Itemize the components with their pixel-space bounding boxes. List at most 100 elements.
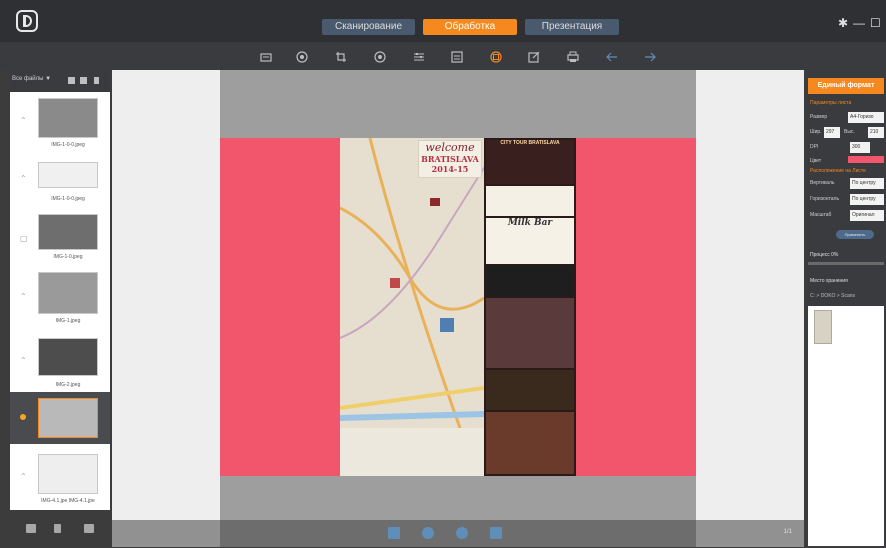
color-label: Цвет bbox=[810, 158, 822, 164]
map-image: welcome BRATISLAVA 2014-15 bbox=[340, 138, 486, 429]
ad-block bbox=[486, 370, 574, 410]
storage-label: Место хранения bbox=[810, 278, 848, 284]
horizontal-select[interactable]: По центру bbox=[850, 194, 884, 205]
save-icon[interactable] bbox=[388, 527, 400, 539]
image-icon[interactable] bbox=[26, 524, 36, 533]
layout-heading: Расположение на Листе bbox=[810, 168, 866, 174]
collapse-chevron-icon[interactable]: ⌃ bbox=[20, 356, 27, 365]
scale-label: Масштаб bbox=[810, 212, 832, 218]
ad-city-tour: CITY TOUR BRATISLAVA bbox=[486, 140, 574, 184]
thumbnail-image bbox=[38, 454, 98, 494]
collapse-chevron-icon[interactable]: ⌃ bbox=[20, 472, 27, 481]
thumbnail-caption: IMG-2.jpeg bbox=[55, 382, 81, 388]
settings-gear-icon[interactable]: ✱ bbox=[838, 17, 848, 29]
canvas-footer: 1/1 bbox=[112, 520, 804, 547]
merge-icon[interactable] bbox=[490, 51, 502, 63]
width-label: Шир. bbox=[810, 129, 822, 135]
print-icon[interactable] bbox=[567, 51, 579, 63]
progress-label: Процесс 0% bbox=[810, 252, 839, 258]
tab-scanning[interactable]: Сканирование bbox=[322, 19, 415, 35]
year-text: 2014-15 bbox=[431, 164, 469, 174]
thumbnail-caption: IMG-1-0.jpeg bbox=[53, 254, 83, 260]
collapse-chevron-icon[interactable]: ⌃ bbox=[20, 174, 27, 183]
width-field[interactable]: 297 bbox=[824, 127, 840, 138]
adjust-icon[interactable] bbox=[413, 51, 425, 63]
edit-page-icon[interactable] bbox=[490, 527, 502, 539]
height-field[interactable]: 210 bbox=[868, 127, 884, 138]
export-icon[interactable] bbox=[84, 524, 94, 533]
title-bar: Сканирование Обработка Презентация ✱ — ☐ bbox=[0, 0, 886, 42]
collapse-chevron-icon[interactable]: ⌃ bbox=[20, 116, 27, 125]
list-item[interactable]: ▢ IMG-1-0.jpeg bbox=[10, 210, 110, 266]
ad-city-tour-text: CITY TOUR BRATISLAVA bbox=[500, 140, 560, 146]
stored-file-thumbnail[interactable] bbox=[814, 310, 832, 344]
scan-icon[interactable] bbox=[260, 51, 272, 63]
size-select[interactable]: A4-Горизо bbox=[848, 112, 884, 123]
sidebar-header: Все файлы ▼ bbox=[10, 70, 110, 92]
maximize-icon[interactable]: ☐ bbox=[870, 17, 881, 29]
ad-block bbox=[486, 298, 574, 368]
previous-page-icon[interactable] bbox=[422, 527, 434, 539]
color-settings-icon[interactable] bbox=[296, 51, 308, 63]
storage-path[interactable]: C: > DOKO > Scans bbox=[810, 293, 855, 299]
mode-tabs: Сканирование Обработка Презентация bbox=[322, 19, 619, 35]
thumbnail-caption: IMG-1-0-0.jpeg bbox=[51, 142, 85, 148]
app-logo-icon bbox=[16, 10, 38, 32]
ad-milk-bar-text: Milk Bar bbox=[507, 218, 553, 228]
minimize-icon[interactable]: — bbox=[853, 17, 865, 29]
thumbnail-caption: IMG-1.jpeg bbox=[55, 318, 81, 324]
thumbnail-image bbox=[38, 272, 98, 314]
ad-milk-bar: Milk Bar bbox=[486, 218, 574, 264]
open-folder-icon[interactable] bbox=[80, 77, 87, 84]
list-item[interactable]: ⌃ IMG-2.jpeg bbox=[10, 332, 110, 390]
apply-button[interactable]: Применить bbox=[836, 230, 874, 239]
edit-icon[interactable] bbox=[528, 51, 540, 63]
welcome-text: welcome bbox=[425, 141, 475, 154]
selected-indicator-icon bbox=[20, 414, 26, 420]
page-params-heading: Параметры листа bbox=[810, 100, 852, 106]
dpi-label: DPI bbox=[810, 144, 819, 150]
thumbnail-list[interactable]: ⌃ IMG-1-0-0.jpeg ⌃ IMG-1-0-0.jpeg ▢ IMG-… bbox=[10, 92, 110, 510]
list-item[interactable]: ⌃ IMG-4.1.jpe IMG-4.1.jpe bbox=[10, 450, 110, 508]
storage-list[interactable] bbox=[808, 306, 884, 546]
target-icon[interactable] bbox=[374, 51, 386, 63]
toolbar bbox=[0, 42, 886, 70]
size-row: Размер A4-Горизо bbox=[810, 112, 886, 124]
height-label: Выс. bbox=[844, 129, 855, 135]
thumbnail-image bbox=[38, 398, 98, 438]
settings-panel: Единый формат Параметры листа Размер A4-… bbox=[806, 70, 886, 547]
list-item[interactable]: ⌃ IMG-1.jpeg bbox=[10, 268, 110, 330]
delete-icon[interactable] bbox=[94, 77, 99, 84]
undo-icon[interactable] bbox=[606, 51, 618, 63]
thumbnail-caption: IMG-4.1.jpe IMG-4.1.jpe bbox=[41, 498, 95, 504]
dpi-row: DPI 300 bbox=[810, 142, 886, 154]
crop-icon[interactable] bbox=[335, 51, 347, 63]
list-item-selected[interactable] bbox=[10, 392, 110, 444]
scale-select[interactable]: Оригинал bbox=[850, 210, 884, 221]
horizontal-label: Горизонталь bbox=[810, 196, 840, 202]
layout-icon[interactable] bbox=[451, 51, 463, 63]
file-filter-dropdown[interactable]: Все файлы ▼ bbox=[12, 76, 51, 82]
thumbnail-caption: IMG-1-0-0.jpeg bbox=[51, 196, 85, 202]
checkbox-icon[interactable]: ▢ bbox=[20, 234, 28, 243]
list-item[interactable]: ⌃ IMG-1-0-0.jpeg bbox=[10, 94, 110, 154]
thumbnail-image bbox=[38, 98, 98, 138]
scale-row: Масштаб Оригинал bbox=[810, 210, 886, 222]
redo-icon[interactable] bbox=[644, 51, 656, 63]
trash-icon[interactable] bbox=[54, 524, 61, 533]
thumbnail-image bbox=[38, 214, 98, 250]
file-sidebar: Все файлы ▼ ⌃ IMG-1-0-0.jpeg ⌃ IMG-1-0-0… bbox=[10, 70, 110, 510]
preview-canvas[interactable]: welcome BRATISLAVA 2014-15 CITY TOUR BRA… bbox=[112, 70, 804, 547]
vertical-select[interactable]: По центру bbox=[850, 178, 884, 189]
collapse-chevron-icon[interactable]: ⌃ bbox=[20, 292, 27, 301]
folder-icon[interactable] bbox=[68, 77, 75, 84]
dpi-field[interactable]: 300 bbox=[850, 142, 870, 153]
horizontal-row: Горизонталь По центру bbox=[810, 194, 886, 206]
next-page-icon[interactable] bbox=[456, 527, 468, 539]
unify-format-button[interactable]: Единый формат bbox=[808, 78, 884, 94]
tab-presentation[interactable]: Презентация bbox=[525, 19, 619, 35]
tab-processing[interactable]: Обработка bbox=[423, 19, 517, 35]
color-swatch[interactable] bbox=[848, 156, 884, 163]
thumbnail-image bbox=[38, 338, 98, 376]
list-item[interactable]: ⌃ IMG-1-0-0.jpeg bbox=[10, 158, 110, 208]
